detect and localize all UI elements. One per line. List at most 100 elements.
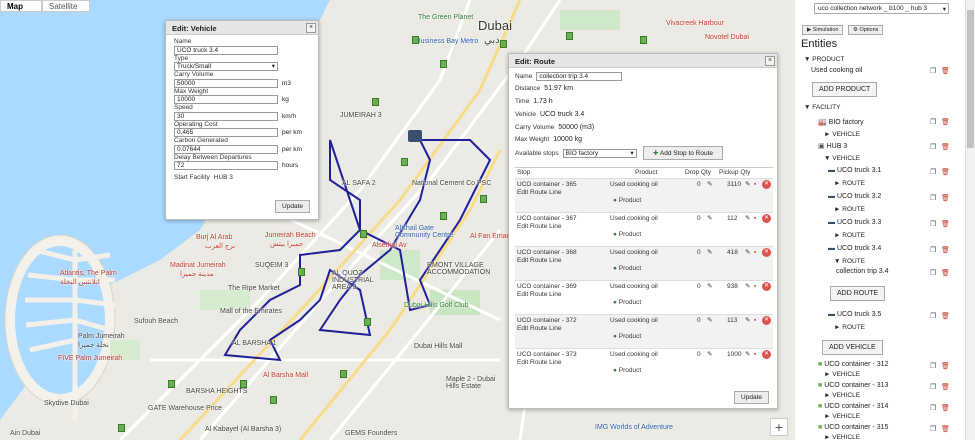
container-item[interactable]: ■ UCO container - 314	[818, 403, 888, 410]
facility-marker[interactable]	[401, 158, 408, 166]
trash-icon[interactable]: 🗑	[941, 269, 950, 277]
edit-route-line-link[interactable]: Edit Route Line	[517, 291, 561, 299]
delete-stop-icon[interactable]: ✕	[762, 316, 771, 325]
copy-icon[interactable]: ❐	[930, 383, 936, 391]
facility-marker[interactable]	[118, 424, 125, 432]
drop-qty[interactable]: 0	[697, 249, 701, 257]
product-item[interactable]: Used cooking oil	[811, 67, 862, 74]
speed-input[interactable]: 30	[174, 111, 278, 121]
tab-map[interactable]: Map	[0, 0, 42, 12]
route-name-input[interactable]: collection trip 3.4	[536, 72, 623, 81]
route-toggle[interactable]: ► ROUTE	[834, 232, 865, 239]
close-button[interactable]: ×	[765, 56, 775, 66]
truck-item[interactable]: ▬ UCO truck 3.2	[828, 193, 881, 200]
trash-icon[interactable]: 🗑	[941, 220, 950, 228]
add-route-button[interactable]: ADD ROUTE	[830, 286, 886, 301]
edit-route-line-link[interactable]: Edit Route Line	[517, 189, 561, 197]
edit-route-line-link[interactable]: Edit Route Line	[517, 223, 561, 231]
vehicle-collapsed[interactable]: ► VEHICLE	[824, 392, 860, 399]
delay-input[interactable]: 72	[174, 161, 278, 170]
trash-icon[interactable]: 🗑	[941, 362, 950, 370]
edit-drop-icon[interactable]: ✎	[707, 317, 712, 325]
pickup-qty[interactable]: 3110	[727, 181, 741, 189]
facility-marker[interactable]	[270, 396, 277, 404]
copy-icon[interactable]: ❐	[930, 194, 936, 202]
truck-item[interactable]: ▬ UCO truck 3.1	[828, 167, 881, 174]
available-stops-select[interactable]: BIO factory ▾	[562, 149, 637, 158]
trash-icon[interactable]: 🗑	[941, 143, 950, 151]
route-toggle[interactable]: ► ROUTE	[834, 180, 865, 187]
scrollbar-thumb[interactable]	[967, 10, 974, 148]
facility-marker[interactable]	[640, 36, 647, 44]
remove-product-icon[interactable]: ▪	[754, 317, 756, 325]
copy-icon[interactable]: ❐	[930, 269, 936, 277]
carbon-input[interactable]: 0.07644	[174, 144, 278, 154]
copy-icon[interactable]: ❐	[930, 362, 936, 370]
facility-marker[interactable]	[500, 40, 507, 48]
delete-stop-icon[interactable]: ✕	[762, 350, 771, 359]
truck-item[interactable]: ▬ UCO truck 3.5	[828, 311, 881, 318]
facility-marker[interactable]	[340, 370, 347, 378]
remove-product-icon[interactable]: ▪	[754, 181, 756, 189]
edit-pickup-icon[interactable]: ✎	[745, 249, 750, 257]
edit-route-line-link[interactable]: Edit Route Line	[517, 359, 561, 367]
pickup-qty[interactable]: 113	[727, 317, 737, 325]
drop-qty[interactable]: 0	[697, 215, 701, 223]
truck-item[interactable]: ▬ UCO truck 3.4	[828, 245, 881, 252]
trash-icon[interactable]: 🗑	[941, 194, 950, 202]
truck-item[interactable]: ▬ UCO truck 3.3	[828, 219, 881, 226]
vehicle-expanded[interactable]: ▼ VEHICLE	[824, 155, 860, 162]
tab-satellite[interactable]: Satellite	[42, 0, 90, 12]
trash-icon[interactable]: 🗑	[941, 246, 950, 254]
trash-icon[interactable]: 🗑	[941, 67, 950, 75]
add-stop-button[interactable]: ✚ Add Stop to Route	[643, 146, 723, 160]
edit-drop-icon[interactable]: ✎	[707, 249, 712, 257]
remove-product-icon[interactable]: ▪	[754, 351, 756, 359]
network-select[interactable]: uco collection network _ b100 _ hub 3 ▾	[814, 3, 949, 14]
copy-icon[interactable]: ❐	[930, 168, 936, 176]
facility-bio-factory[interactable]: 🏭 BIO factory	[818, 118, 864, 126]
edit-pickup-icon[interactable]: ✎	[745, 317, 750, 325]
facility-marker[interactable]	[412, 36, 419, 44]
facility-header[interactable]: ▼ FACILITY	[804, 104, 840, 111]
facility-marker[interactable]	[240, 380, 247, 388]
facility-marker[interactable]	[360, 230, 367, 238]
facility-marker[interactable]	[440, 60, 447, 68]
delete-stop-icon[interactable]: ✕	[762, 214, 771, 223]
vehicle-collapsed[interactable]: ► VEHICLE	[824, 131, 860, 138]
edit-drop-icon[interactable]: ✎	[707, 283, 712, 291]
update-button[interactable]: Update	[275, 200, 310, 213]
remove-product-icon[interactable]: ▪	[754, 283, 756, 291]
pickup-qty[interactable]: 1000	[727, 351, 741, 359]
copy-icon[interactable]: ❐	[930, 143, 936, 151]
remove-product-icon[interactable]: ▪	[754, 249, 756, 257]
update-button[interactable]: Update	[734, 391, 769, 404]
trash-icon[interactable]: 🗑	[941, 312, 950, 320]
trash-icon[interactable]: 🗑	[941, 383, 950, 391]
edit-drop-icon[interactable]: ✎	[707, 181, 712, 189]
trash-icon[interactable]: 🗑	[941, 425, 950, 433]
pickup-qty[interactable]: 938	[727, 283, 738, 291]
edit-pickup-icon[interactable]: ✎	[745, 283, 750, 291]
copy-icon[interactable]: ❐	[930, 425, 936, 433]
route-toggle[interactable]: ▼ ROUTE	[834, 258, 865, 265]
facility-marker[interactable]	[372, 98, 379, 106]
copy-icon[interactable]: ❐	[930, 220, 936, 228]
facility-marker[interactable]	[364, 318, 371, 326]
type-select[interactable]: Truck/Small ▾	[174, 62, 278, 71]
pickup-qty[interactable]: 112	[727, 215, 737, 223]
simulation-button[interactable]: ▶ Simulation	[802, 25, 844, 35]
copy-icon[interactable]: ❐	[930, 118, 936, 126]
copy-icon[interactable]: ❐	[930, 312, 936, 320]
facility-marker[interactable]	[440, 212, 447, 220]
copy-icon[interactable]: ❐	[930, 404, 936, 412]
delete-stop-icon[interactable]: ✕	[762, 282, 771, 291]
edit-drop-icon[interactable]: ✎	[707, 215, 712, 223]
vehicle-collapsed[interactable]: ► VEHICLE	[824, 413, 860, 420]
vehicle-collapsed[interactable]: ► VEHICLE	[824, 371, 860, 378]
container-item[interactable]: ■ UCO container - 312	[818, 361, 888, 368]
copy-icon[interactable]: ❐	[930, 246, 936, 254]
edit-pickup-icon[interactable]: ✎	[745, 181, 750, 189]
operating-cost-input[interactable]: 0.465	[174, 128, 278, 137]
facility-marker[interactable]	[168, 380, 175, 388]
